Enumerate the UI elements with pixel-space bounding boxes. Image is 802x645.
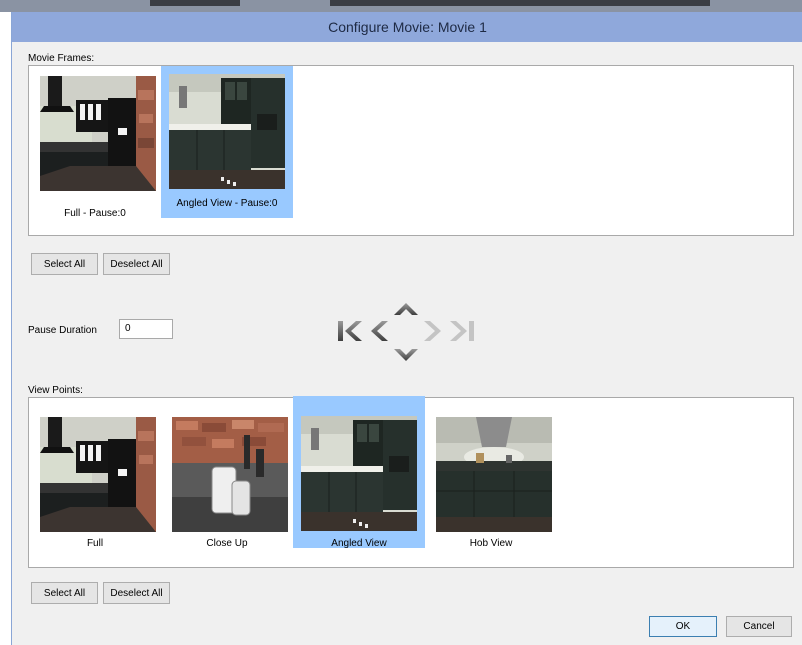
view-point-caption: Angled View	[331, 538, 387, 549]
previous-frame-icon[interactable]	[371, 321, 388, 341]
dialog-title: Configure Movie: Movie 1	[328, 19, 487, 35]
frame-caption: Full - Pause:0	[64, 208, 126, 219]
cancel-button[interactable]: Cancel	[726, 616, 792, 637]
first-frame-icon[interactable]	[338, 321, 362, 341]
pause-duration-input[interactable]: 0	[119, 319, 173, 339]
movie-frames-deselect-all-button[interactable]: Deselect All	[103, 253, 170, 275]
view-point-caption: Close Up	[206, 538, 248, 549]
view-points-select-all-button[interactable]: Select All	[31, 582, 98, 604]
movie-frame-angled-view[interactable]: Angled View - Pause:0	[161, 66, 293, 218]
move-up-icon[interactable]	[394, 303, 418, 315]
view-point-caption: Hob View	[469, 538, 513, 549]
ok-button[interactable]: OK	[649, 616, 717, 637]
close-up-thumbnail	[172, 417, 288, 532]
next-frame-icon[interactable]	[424, 321, 441, 341]
last-frame-icon[interactable]	[450, 321, 474, 341]
pause-duration-label: Pause Duration	[28, 325, 97, 336]
angled-kitchen-thumbnail	[169, 74, 285, 189]
movie-frames-select-all-button[interactable]: Select All	[31, 253, 98, 275]
movie-frames-list[interactable]: Full - Pause:0 Angled View - Pause:0	[28, 65, 794, 236]
view-points-deselect-all-button[interactable]: Deselect All	[103, 582, 170, 604]
hob-view-thumbnail	[436, 417, 552, 532]
background-window-strip	[0, 0, 802, 12]
configure-movie-dialog: Configure Movie: Movie 1 Movie Frames: F…	[11, 12, 802, 645]
view-point-full[interactable]: Full	[29, 398, 161, 550]
move-down-icon[interactable]	[394, 349, 418, 361]
movie-frames-label: Movie Frames:	[28, 53, 95, 64]
view-point-close-up[interactable]: Close Up	[161, 398, 293, 550]
view-points-list[interactable]: Full Close Up Angled View Hob View	[28, 396, 794, 568]
frame-caption: Angled View - Pause:0	[176, 198, 278, 209]
view-point-hob-view[interactable]: Hob View	[425, 398, 557, 550]
full-kitchen-thumbnail	[40, 417, 156, 532]
title-bar[interactable]: Configure Movie: Movie 1	[12, 12, 802, 42]
movie-frame-full[interactable]: Full - Pause:0	[29, 66, 161, 235]
full-kitchen-thumbnail	[40, 76, 156, 191]
angled-kitchen-thumbnail	[301, 416, 417, 531]
view-points-label: View Points:	[28, 385, 83, 396]
frame-navigation	[334, 295, 479, 367]
view-point-angled-view[interactable]: Angled View	[293, 396, 425, 549]
view-point-caption: Full	[86, 538, 104, 549]
